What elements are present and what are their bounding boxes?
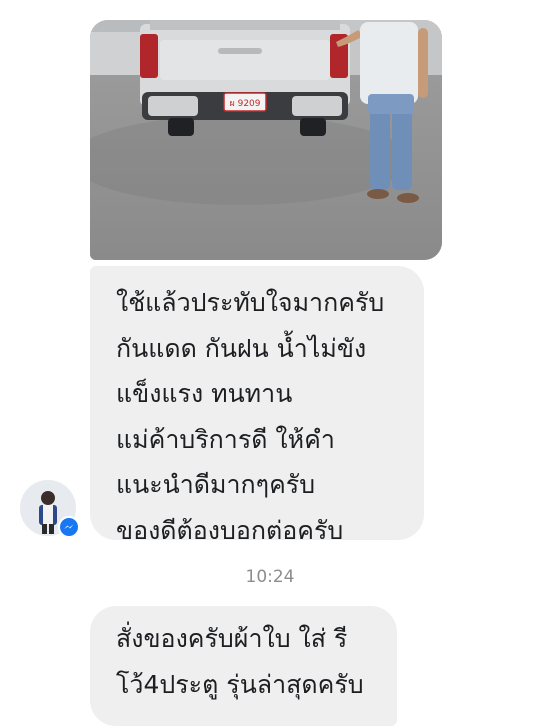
message-line: สั่งของครับผ้าใบ ใส่ รี xyxy=(116,624,348,653)
pickup-truck-photo: ผ 9209 xyxy=(90,20,442,260)
message-bubble[interactable]: สั่งของครับผ้าใบ ใส่ รี โว้4ประตู รุ่นล่… xyxy=(90,606,397,726)
message-line: ของดีต้องบอกต่อครับ xyxy=(116,515,344,545)
message-line: กันแดด กันฝน น้ำไม่ขัง xyxy=(116,333,367,363)
message-line: แม่ค้าบริการดี ให้คำ xyxy=(116,424,335,454)
messenger-icon xyxy=(60,518,78,536)
message-bubble[interactable]: ใช้แล้วประทับใจมากครับ กันแดด กันฝน น้ำไ… xyxy=(90,266,424,545)
message-line: โว้4ประตู รุ่นล่าสุดครับ xyxy=(116,669,364,699)
photo-message[interactable]: ผ 9209 xyxy=(90,20,442,260)
license-plate: ผ 9209 xyxy=(229,99,260,109)
message-line: ใช้แล้วประทับใจมากครับ xyxy=(116,288,385,317)
message-line: แนะนำดีมากๆครับ xyxy=(116,470,316,499)
message-line: แข็งแรง ทนทาน xyxy=(116,379,293,408)
message-timestamp: 10:24 xyxy=(245,567,295,587)
messenger-badge xyxy=(58,516,80,538)
